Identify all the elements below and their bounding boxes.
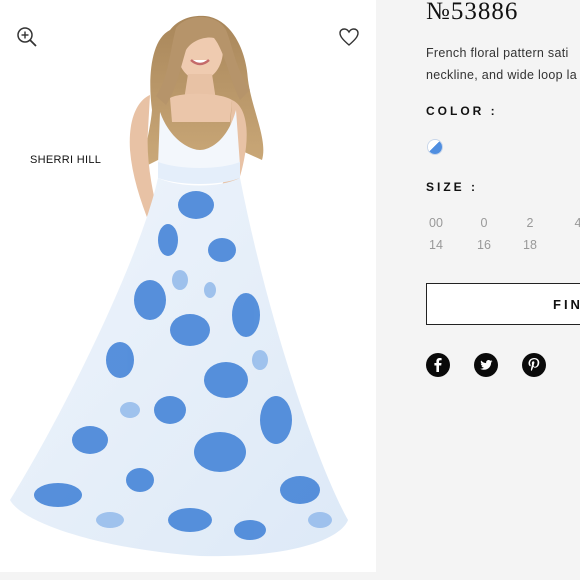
size-option[interactable]: 0 (472, 216, 496, 230)
color-label: COLOR : (426, 104, 498, 118)
size-option[interactable]: 14 (426, 238, 448, 252)
size-option[interactable]: 16 (472, 238, 496, 252)
facebook-icon[interactable] (426, 353, 450, 377)
find-retailer-button[interactable]: FIN (426, 283, 580, 325)
heart-icon[interactable] (338, 26, 360, 48)
product-details: №53886 French floral pattern sati neckli… (426, 0, 580, 580)
style-number: №53886 (426, 0, 519, 25)
zoom-in-icon[interactable] (16, 26, 38, 48)
product-description: French floral pattern sati neckline, and… (426, 42, 580, 86)
size-option[interactable]: 00 (426, 216, 448, 230)
find-button-label: FIN (553, 297, 580, 312)
color-swatch[interactable] (428, 140, 442, 154)
brand-logo: SHERRI HILL (30, 154, 102, 166)
product-image-panel: SHERRI HILL (0, 0, 376, 572)
product-photo[interactable] (0, 0, 376, 572)
description-line: French floral pattern sati (426, 46, 569, 60)
pinterest-icon[interactable] (522, 353, 546, 377)
size-label: SIZE : (426, 180, 479, 194)
description-line: neckline, and wide loop la (426, 68, 577, 82)
size-option[interactable]: 18 (518, 238, 542, 252)
size-option[interactable]: 4 (566, 216, 580, 230)
twitter-icon[interactable] (474, 353, 498, 377)
size-option[interactable]: 2 (518, 216, 542, 230)
